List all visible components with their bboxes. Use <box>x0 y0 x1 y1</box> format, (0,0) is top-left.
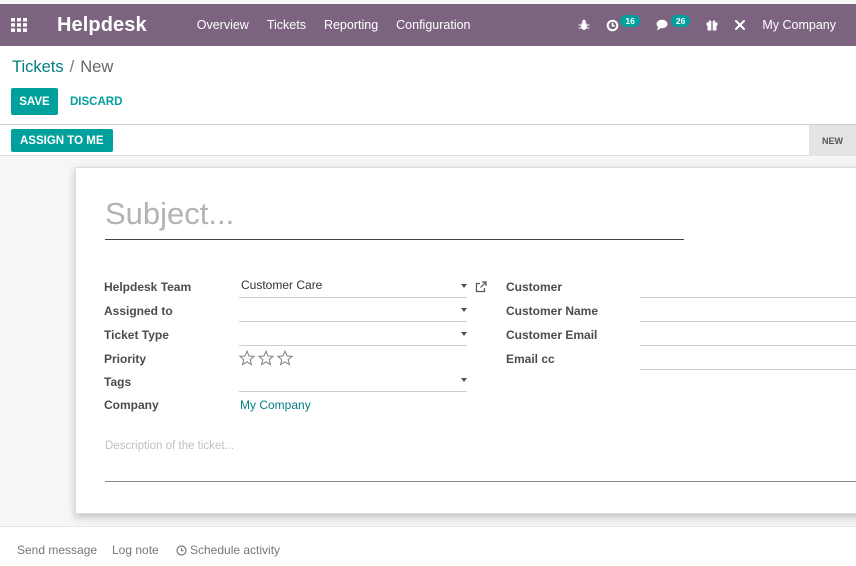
status-bar: ASSIGN TO ME NEW <box>0 124 856 156</box>
control-panel: Tickets / New SAVE DISCARD <box>0 46 856 124</box>
chevron-down-icon <box>461 308 467 312</box>
activity-count-badge: 16 <box>620 15 640 27</box>
clock-icon <box>176 544 187 556</box>
external-link-icon[interactable] <box>475 281 487 296</box>
company-label: Company <box>104 398 159 412</box>
star-icon[interactable] <box>276 349 294 369</box>
top-navbar: Helpdesk Overview Tickets Reporting Conf… <box>0 4 856 46</box>
schedule-activity-button[interactable]: Schedule activity <box>176 543 280 557</box>
chevron-down-icon <box>461 332 467 336</box>
activity-button[interactable]: 16 <box>606 15 640 32</box>
discard-button[interactable]: DISCARD <box>70 88 122 115</box>
company-switcher[interactable]: My Company <box>762 18 836 32</box>
menu-item-tickets[interactable]: Tickets <box>267 18 306 32</box>
helpdesk-team-field[interactable]: Customer Care <box>239 278 467 298</box>
debug-button[interactable] <box>578 19 590 31</box>
clock-icon <box>606 19 619 32</box>
apps-menu-button[interactable] <box>0 4 38 46</box>
priority-stars <box>238 349 294 369</box>
assign-to-me-button[interactable]: ASSIGN TO ME <box>11 129 113 152</box>
log-note-button[interactable]: Log note <box>112 543 159 557</box>
messages-button[interactable]: 26 <box>656 15 691 31</box>
tags-label: Tags <box>104 375 132 389</box>
subject-input[interactable]: Subject... <box>105 194 684 240</box>
helpdesk-team-label: Helpdesk Team <box>104 280 192 294</box>
messages-count-badge: 26 <box>670 15 691 27</box>
breadcrumb-current: New <box>80 58 114 76</box>
menu-item-configuration[interactable]: Configuration <box>396 18 470 32</box>
tags-field[interactable] <box>239 372 467 392</box>
email-cc-label: Email cc <box>506 352 555 366</box>
tools-button[interactable] <box>734 19 746 31</box>
breadcrumb: Tickets / New <box>12 58 113 77</box>
breadcrumb-separator: / <box>69 58 75 76</box>
app-name[interactable]: Helpdesk <box>57 14 147 37</box>
chat-icon <box>656 19 670 31</box>
systray: 16 26 My Company <box>562 4 856 46</box>
gift-button[interactable] <box>706 19 718 31</box>
ticket-type-field[interactable] <box>239 326 467 346</box>
description-editor[interactable]: Description of the ticket... <box>105 433 856 482</box>
bug-icon <box>578 19 590 31</box>
apps-grid-icon <box>11 18 27 32</box>
customer-name-field[interactable] <box>640 302 856 322</box>
customer-field[interactable] <box>640 278 856 298</box>
breadcrumb-tickets-link[interactable]: Tickets <box>12 58 64 76</box>
chevron-down-icon <box>461 378 467 382</box>
chevron-down-icon <box>461 284 467 288</box>
customer-email-label: Customer Email <box>506 328 598 342</box>
helpdesk-team-value: Customer Care <box>241 278 323 292</box>
email-cc-field[interactable] <box>640 350 856 370</box>
schedule-activity-label: Schedule activity <box>190 543 281 557</box>
star-icon[interactable] <box>257 349 275 369</box>
menu-item-overview[interactable]: Overview <box>197 18 249 32</box>
form-sheet: Subject... Helpdesk Team Customer Care A… <box>75 167 856 514</box>
tools-icon <box>734 19 746 31</box>
menu-item-reporting[interactable]: Reporting <box>324 18 378 32</box>
ticket-type-label: Ticket Type <box>104 328 169 342</box>
chatter-topbar: Send message Log note Schedule activity <box>0 526 856 566</box>
main-menu: Overview Tickets Reporting Configuration <box>197 18 489 32</box>
gift-icon <box>706 19 718 31</box>
send-message-button[interactable]: Send message <box>17 543 97 557</box>
stage-new[interactable]: NEW <box>809 125 856 156</box>
priority-label: Priority <box>104 352 147 366</box>
customer-name-label: Customer Name <box>506 304 599 318</box>
assigned-to-label: Assigned to <box>104 304 173 318</box>
company-link[interactable]: My Company <box>240 398 311 412</box>
customer-email-field[interactable] <box>640 326 856 346</box>
save-button[interactable]: SAVE <box>11 88 58 115</box>
customer-label: Customer <box>506 280 563 294</box>
assigned-to-field[interactable] <box>239 302 467 322</box>
star-icon[interactable] <box>238 349 256 369</box>
